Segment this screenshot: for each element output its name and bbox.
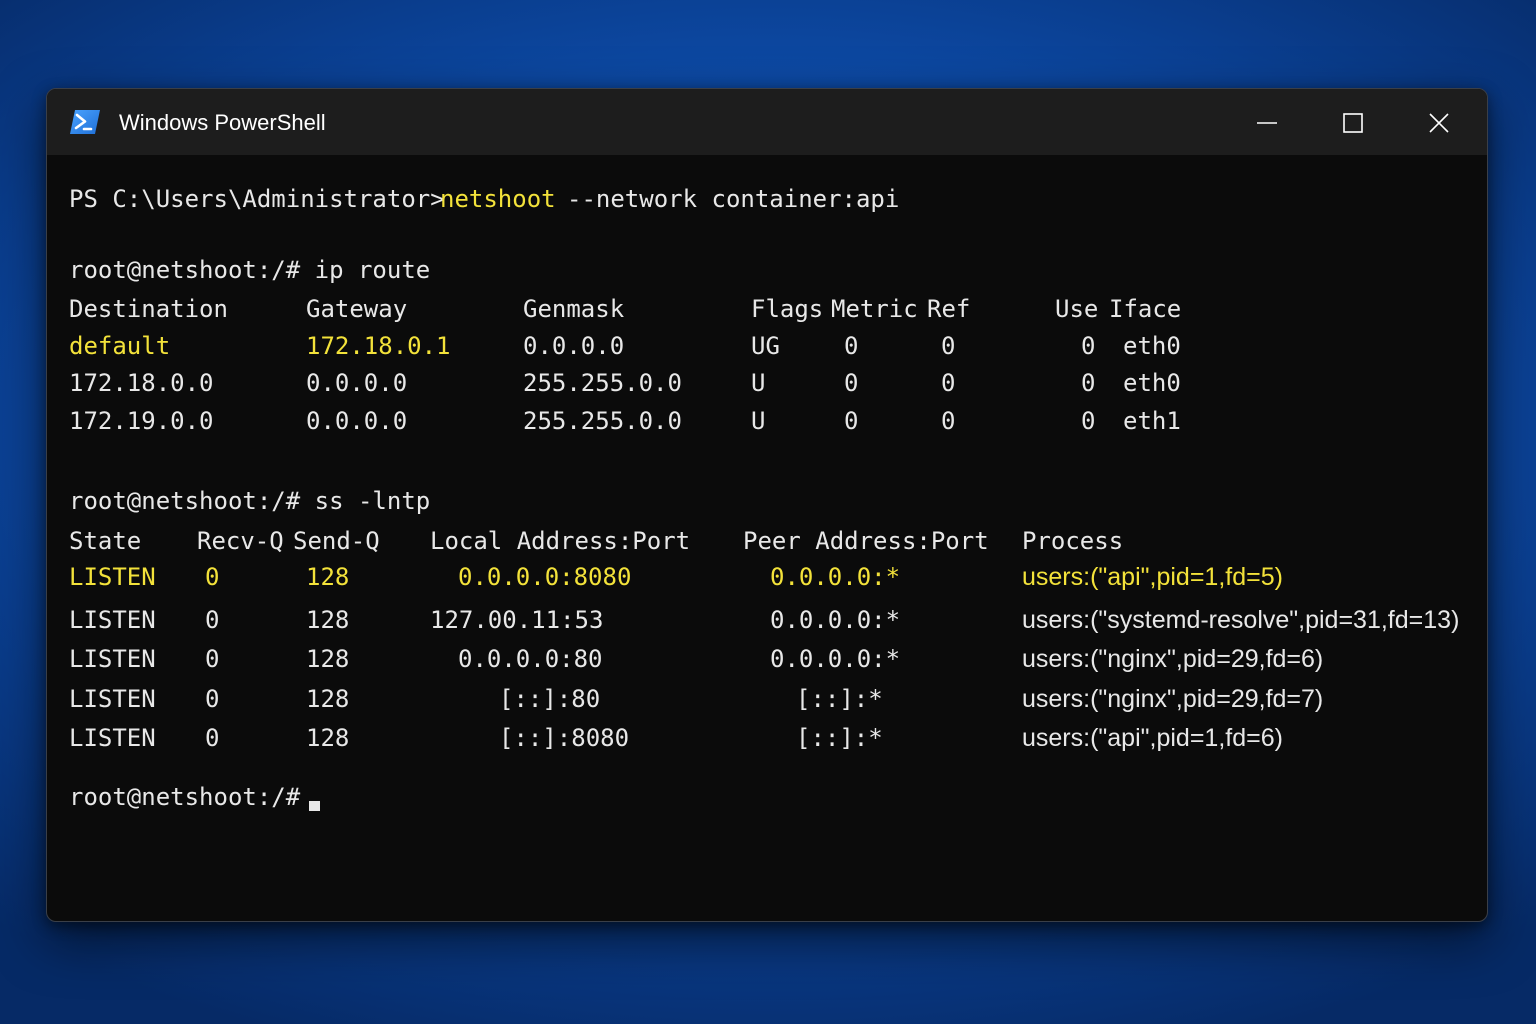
close-icon bbox=[1429, 113, 1449, 133]
route-header-iface: Iface bbox=[1109, 295, 1182, 323]
ss-row-local: [::]:8080 bbox=[499, 724, 630, 752]
final-prompt: root@netshoot:/# bbox=[69, 783, 301, 811]
route-row-ref: 0 bbox=[941, 332, 956, 360]
maximize-button[interactable] bbox=[1333, 103, 1373, 143]
minimize-button[interactable] bbox=[1247, 103, 1287, 143]
route-row-iface: eth1 bbox=[1123, 407, 1181, 435]
ss-row-recvq: 0 bbox=[205, 563, 220, 591]
ss-row-local: 0.0.0.0:8080 bbox=[458, 563, 632, 591]
ss-row-local: [::]:80 bbox=[499, 685, 601, 713]
ss-row-state: LISTEN bbox=[69, 606, 156, 634]
ss-row-process: users:("nginx",pid=29,fd=7) bbox=[1022, 685, 1324, 713]
ss-row-recvq: 0 bbox=[205, 724, 220, 752]
route-row-destination: 172.19.0.0 bbox=[69, 407, 214, 435]
ss-prompt: root@netshoot:/# ss -lntp bbox=[69, 487, 431, 515]
window-title: Windows PowerShell bbox=[119, 110, 326, 135]
ss-row-process: users:("nginx",pid=29,fd=6) bbox=[1022, 645, 1324, 673]
ss-row-peer: 0.0.0.0:* bbox=[770, 606, 901, 634]
ss-row-state: LISTEN bbox=[69, 563, 156, 591]
route-row-gateway: 172.18.0.1 bbox=[306, 332, 451, 360]
maximize-icon bbox=[1343, 113, 1363, 133]
ss-row-sendq: 128 bbox=[306, 685, 350, 713]
minimize-icon bbox=[1257, 122, 1277, 124]
ss-header-sendq: Send-Q bbox=[293, 527, 380, 555]
ss-row-recvq: 0 bbox=[205, 685, 220, 713]
ss-row-state: LISTEN bbox=[69, 645, 156, 673]
route-row-destination: default bbox=[69, 332, 171, 360]
route-row-flags: U bbox=[751, 407, 766, 435]
route-row-use: 0 bbox=[1081, 332, 1096, 360]
route-row-flags: U bbox=[751, 369, 766, 397]
route-row-metric: 0 bbox=[844, 407, 859, 435]
ss-row-peer: 0.0.0.0:* bbox=[770, 563, 901, 591]
ss-row-local: 0.0.0.0:80 bbox=[458, 645, 603, 673]
ss-row-recvq: 0 bbox=[205, 606, 220, 634]
route-row-metric: 0 bbox=[844, 332, 859, 360]
route-row-flags: UG bbox=[751, 332, 780, 360]
route-row-genmask: 0.0.0.0 bbox=[523, 332, 625, 360]
route-row-genmask: 255.255.0.0 bbox=[523, 407, 682, 435]
route-row-iface: eth0 bbox=[1123, 332, 1181, 360]
route-row-use: 0 bbox=[1081, 369, 1096, 397]
route-row-ref: 0 bbox=[941, 407, 956, 435]
ps-prompt: PS C:\Users\Administrator> bbox=[69, 185, 445, 213]
powershell-icon bbox=[69, 109, 101, 135]
route-row-gateway: 0.0.0.0 bbox=[306, 369, 408, 397]
ss-header-local: Local Address:Port bbox=[430, 527, 691, 555]
ss-row-process: users:("api",pid=1,fd=5) bbox=[1022, 563, 1283, 591]
route-header-gateway: Gateway bbox=[306, 295, 408, 323]
route-header-flags: Flags bbox=[751, 295, 824, 323]
ss-row-peer: 0.0.0.0:* bbox=[770, 645, 901, 673]
ss-row-sendq: 128 bbox=[306, 606, 350, 634]
ss-row-peer: [::]:* bbox=[796, 685, 883, 713]
ps-command-args: --network container:api bbox=[567, 185, 900, 213]
route-header-metric: Metric bbox=[831, 295, 918, 323]
ss-header-peer: Peer Address:Port bbox=[743, 527, 989, 555]
ss-row-process: users:("api",pid=1,fd=6) bbox=[1022, 724, 1283, 752]
ss-row-sendq: 128 bbox=[306, 724, 350, 752]
route-row-ref: 0 bbox=[941, 369, 956, 397]
route-header-genmask: Genmask bbox=[523, 295, 625, 323]
powershell-window: Windows PowerShell PS C:\Users\Administr… bbox=[46, 88, 1488, 922]
route-row-gateway: 0.0.0.0 bbox=[306, 407, 408, 435]
ss-row-process: users:("systemd-resolve",pid=31,fd=13) bbox=[1022, 606, 1460, 634]
ps-command: netshoot bbox=[440, 185, 556, 213]
route-header-ref: Ref bbox=[927, 295, 971, 323]
close-button[interactable] bbox=[1419, 103, 1459, 143]
ss-row-state: LISTEN bbox=[69, 724, 156, 752]
ss-header-recvq: Recv-Q bbox=[197, 527, 284, 555]
ss-row-local: 127.00.11:53 bbox=[430, 606, 604, 634]
route-row-use: 0 bbox=[1081, 407, 1096, 435]
ss-header-state: State bbox=[69, 527, 142, 555]
ss-header-process: Process bbox=[1022, 527, 1124, 555]
route-header-destination: Destination bbox=[69, 295, 228, 323]
route-row-destination: 172.18.0.0 bbox=[69, 369, 214, 397]
terminal-output[interactable]: PS C:\Users\Administrator> netshoot --ne… bbox=[47, 155, 1487, 921]
ss-row-peer: [::]:* bbox=[796, 724, 883, 752]
ss-row-sendq: 128 bbox=[306, 563, 350, 591]
title-bar[interactable]: Windows PowerShell bbox=[47, 89, 1487, 155]
text-cursor bbox=[309, 801, 320, 811]
ss-row-state: LISTEN bbox=[69, 685, 156, 713]
route-row-genmask: 255.255.0.0 bbox=[523, 369, 682, 397]
ss-row-recvq: 0 bbox=[205, 645, 220, 673]
route-prompt: root@netshoot:/# ip route bbox=[69, 256, 431, 284]
route-row-iface: eth0 bbox=[1123, 369, 1181, 397]
route-row-metric: 0 bbox=[844, 369, 859, 397]
ss-row-sendq: 128 bbox=[306, 645, 350, 673]
route-header-use: Use bbox=[1055, 295, 1099, 323]
